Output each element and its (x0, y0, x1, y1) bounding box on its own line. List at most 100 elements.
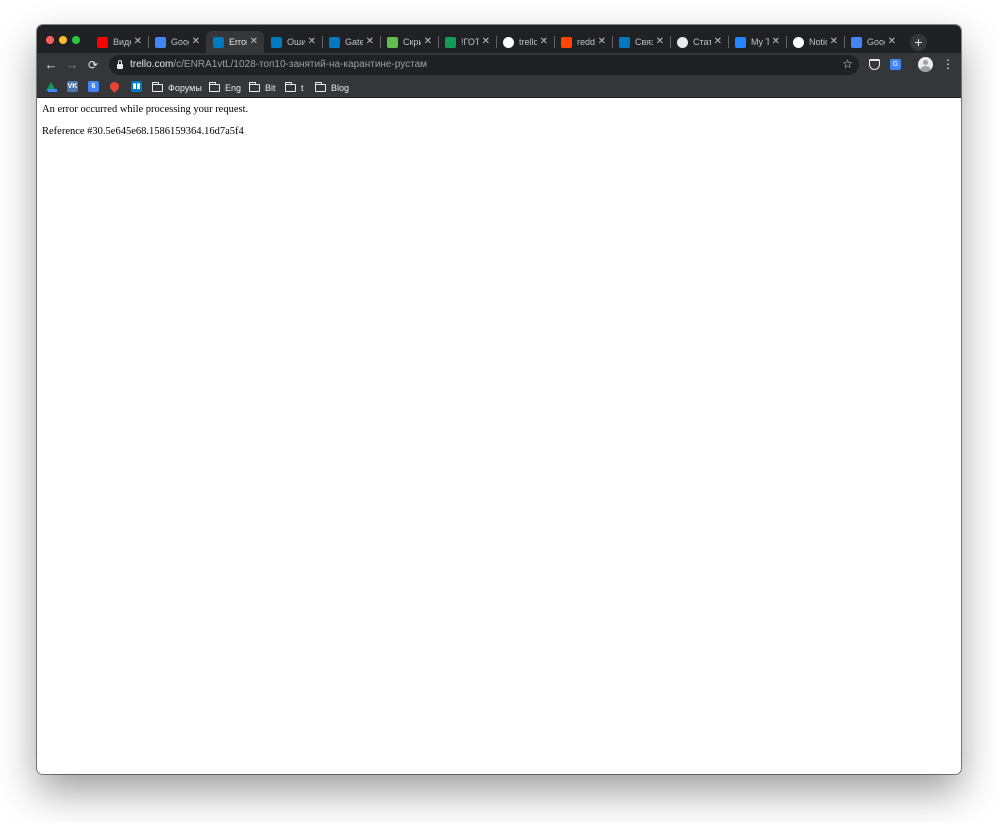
browser-tab[interactable]: Gateway✕ (322, 31, 380, 53)
folder-icon (152, 81, 163, 92)
browser-tab[interactable]: Notion✕ (786, 31, 844, 53)
back-button[interactable]: ← (42, 56, 60, 74)
browser-tab[interactable]: Error ✕ (206, 31, 264, 53)
tab-label: Скрипты (403, 37, 421, 47)
trello-icon (329, 36, 340, 48)
bookmark-folder-bit[interactable]: Bit (249, 81, 276, 94)
close-tab-icon[interactable]: ✕ (888, 36, 896, 48)
tab-label: Видео (113, 37, 131, 47)
error-reference: Reference #30.5e645e68.1586159364.16d7a5… (42, 126, 244, 137)
folder-label: Форумы (168, 82, 202, 93)
lock-icon (117, 60, 123, 69)
close-window-button[interactable] (46, 36, 54, 44)
browser-tab[interactable]: Связи✕ (612, 31, 670, 53)
close-tab-icon[interactable]: ✕ (250, 36, 258, 48)
folder-icon (209, 81, 220, 92)
browser-tab[interactable]: My Tasks✕ (728, 31, 786, 53)
close-tab-icon[interactable]: ✕ (540, 36, 548, 48)
url-text[interactable]: trello.com/c/ENRA1vtL/1028-топ10-занятий… (130, 59, 427, 70)
bookmark-folder-eng[interactable]: Eng (209, 81, 241, 94)
close-tab-icon[interactable]: ✕ (598, 36, 606, 48)
browser-tab[interactable]: reddit✕ (554, 31, 612, 53)
tab-label: Gateway (345, 37, 363, 47)
bookmarks-bar: VK 6 ▮▮ Форумы Eng Bit t Blog (37, 77, 961, 98)
notion-icon (793, 36, 804, 48)
trello-icon (213, 36, 224, 48)
browser-tab[interactable]: Google✕ (844, 31, 902, 53)
folder-icon (285, 81, 296, 92)
zoom-window-button[interactable] (72, 36, 80, 44)
folder-label: Bit (265, 82, 276, 93)
trello-green-icon (387, 36, 398, 48)
bookmark-folder-blog[interactable]: Blog (315, 81, 349, 94)
reload-button[interactable]: ⟳ (84, 56, 102, 74)
tab-label: Ошибка (287, 37, 305, 47)
browser-tab[interactable]: Видео✕ (90, 31, 148, 53)
toolbar: ← → ⟳ trello.com/c/ENRA1vtL/1028-топ10-з… (37, 53, 961, 77)
close-tab-icon[interactable]: ✕ (482, 36, 490, 48)
browser-tab[interactable]: Ошибка✕ (264, 31, 322, 53)
close-tab-icon[interactable]: ✕ (134, 36, 142, 48)
tabs: Видео✕Google✕Error✕Ошибка✕Gateway✕Скрипт… (90, 31, 902, 53)
error-message: An error occurred while processing your … (42, 104, 249, 115)
clock-icon (677, 36, 688, 48)
browser-tab[interactable]: trello ✕ (496, 31, 554, 53)
close-tab-icon[interactable]: ✕ (192, 36, 200, 48)
close-tab-icon[interactable]: ✕ (656, 36, 664, 48)
tab-label: Связи (635, 37, 653, 47)
folder-icon (249, 81, 260, 92)
folder-label: Eng (225, 82, 242, 93)
browser-tab[interactable]: !ГОТОВО✕ (438, 31, 496, 53)
google-drive-icon[interactable] (46, 81, 57, 92)
tab-label: trello (519, 37, 537, 47)
tab-strip: Видео✕Google✕Error✕Ошибка✕Gateway✕Скрипт… (37, 25, 961, 53)
tab-label: Error (229, 37, 247, 47)
pocket-extension-icon[interactable] (869, 59, 880, 70)
google-calendar-icon (155, 36, 166, 48)
atlassian-icon (735, 36, 746, 48)
new-tab-button[interactable]: + (910, 34, 927, 51)
close-tab-icon[interactable]: ✕ (772, 36, 780, 48)
minimize-window-button[interactable] (59, 36, 67, 44)
browser-tab[interactable]: Скрипты✕ (380, 31, 438, 53)
close-tab-icon[interactable]: ✕ (830, 36, 838, 48)
page-content: An error occurred while processing your … (37, 98, 961, 774)
maps-pin-icon[interactable] (108, 80, 121, 93)
youtube-icon (97, 36, 108, 48)
browser-tab[interactable]: Статус✕ (670, 31, 728, 53)
folder-label: t (301, 82, 304, 93)
trello-icon[interactable]: ▮▮ (131, 81, 142, 92)
google-icon (503, 36, 514, 48)
url-host: trello.com (130, 59, 174, 70)
close-tab-icon[interactable]: ✕ (424, 36, 432, 48)
google-translate-icon (851, 36, 862, 48)
tab-label: Google (171, 37, 189, 47)
bookmark-star-icon[interactable]: ☆ (842, 57, 853, 71)
close-tab-icon[interactable]: ✕ (366, 36, 374, 48)
google-calendar-icon[interactable]: 6 (88, 81, 99, 92)
browser-window: Видео✕Google✕Error✕Ошибка✕Gateway✕Скрипт… (37, 25, 961, 774)
folder-label: Blog (331, 82, 350, 93)
bookmark-folder-forums[interactable]: Форумы (152, 81, 202, 94)
folder-icon (315, 81, 326, 92)
translate-extension-icon[interactable]: G (890, 59, 901, 70)
trello-icon (271, 36, 282, 48)
url-path: /c/ENRA1vtL/1028-топ10-занятий-на-карант… (173, 59, 428, 70)
reddit-icon (561, 36, 572, 48)
tab-label: Google (867, 37, 885, 47)
tab-label: Статус (693, 37, 711, 47)
close-tab-icon[interactable]: ✕ (308, 36, 316, 48)
tab-label: Notion (809, 37, 827, 47)
tab-label: reddit (577, 37, 595, 47)
google-drive-icon (445, 36, 456, 48)
close-tab-icon[interactable]: ✕ (714, 36, 722, 48)
bookmark-folder-t[interactable]: t (285, 81, 304, 94)
profile-avatar[interactable] (918, 57, 933, 72)
browser-menu-icon[interactable]: ⋮ (942, 57, 954, 71)
address-bar[interactable]: trello.com/c/ENRA1vtL/1028-топ10-занятий… (109, 55, 859, 75)
trello-icon (619, 36, 630, 48)
forward-button[interactable]: → (63, 56, 81, 74)
browser-tab[interactable]: Google✕ (148, 31, 206, 53)
vk-icon[interactable]: VK (67, 81, 78, 92)
tab-label: !ГОТОВО (461, 37, 479, 47)
